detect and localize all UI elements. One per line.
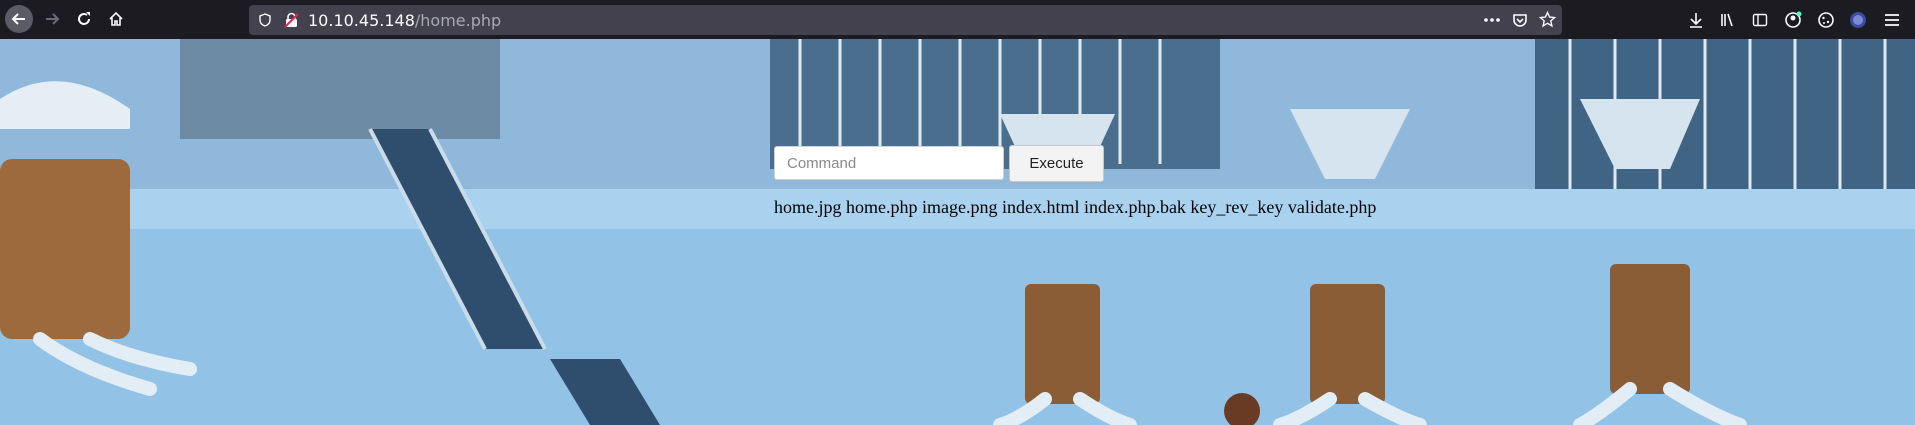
back-icon [11, 13, 25, 25]
extension-button[interactable] [1815, 9, 1837, 31]
profile-button[interactable] [1847, 9, 1869, 31]
insecure-lock-icon [284, 12, 299, 28]
download-icon [1690, 13, 1702, 28]
library-button[interactable] [1717, 9, 1739, 31]
forward-button[interactable] [38, 5, 66, 33]
library-icon [1721, 13, 1733, 27]
home-icon [109, 11, 123, 26]
reload-button[interactable] [70, 5, 98, 33]
back-button[interactable] [5, 5, 33, 33]
menu-icon [1885, 14, 1899, 26]
account-button[interactable] [1782, 9, 1804, 31]
url-bar[interactable]: 10.10.45.148/home.php [249, 5, 1562, 35]
downloads-button[interactable] [1685, 9, 1707, 31]
page-content: Execute home.jpg home.php image.png inde… [0, 39, 1915, 425]
bookmark-star-icon[interactable] [1539, 11, 1556, 28]
command-input[interactable] [774, 146, 1004, 180]
background-factory-image [0, 39, 1915, 425]
command-output: home.jpg home.php image.png index.html i… [774, 197, 1377, 217]
pocket-icon[interactable] [1512, 12, 1528, 28]
forward-icon [46, 13, 60, 25]
app-menu-button[interactable] [1881, 9, 1903, 31]
execute-button[interactable]: Execute [1009, 145, 1104, 182]
browser-toolbar: 10.10.45.148/home.php [0, 0, 1915, 39]
account-icon [1785, 11, 1802, 28]
url-text[interactable]: 10.10.45.148/home.php [308, 11, 501, 30]
url-host: 10.10.45.148 [308, 11, 415, 30]
sidebar-button[interactable] [1749, 9, 1771, 31]
more-icon[interactable] [1484, 17, 1500, 23]
extension-cookie-icon [1818, 12, 1834, 28]
sidebar-icon [1752, 13, 1768, 27]
url-path: /home.php [414, 11, 502, 30]
home-button[interactable] [102, 5, 130, 33]
shield-icon [259, 13, 271, 27]
reload-icon [78, 12, 90, 25]
profile-icon [1850, 12, 1866, 28]
